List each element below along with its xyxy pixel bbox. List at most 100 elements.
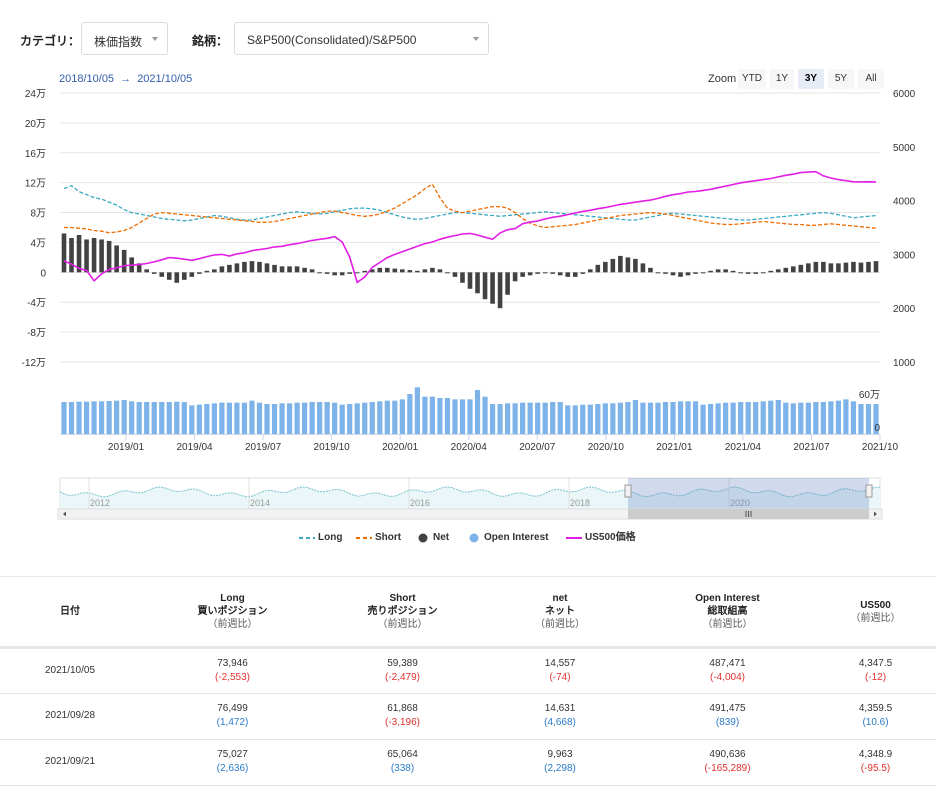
open-interest-bar — [677, 401, 684, 434]
open-interest-bar — [256, 402, 263, 434]
net-bar — [798, 264, 804, 273]
net-bar — [422, 269, 428, 273]
open-interest-bar — [68, 402, 75, 434]
legend-short[interactable]: Short — [356, 530, 401, 546]
x-axis-tick: 2020/01 — [382, 442, 419, 453]
net-bar — [377, 267, 383, 273]
cell-value: 61,868 — [387, 703, 418, 714]
symbol-select-value: S&P500(Consolidated)/S&P500 — [247, 33, 417, 47]
open-interest-bar — [362, 402, 368, 434]
open-interest-bar — [805, 402, 811, 434]
open-interest-bar — [858, 404, 864, 434]
open-interest-bar — [768, 400, 774, 434]
x-axis-tick: 2019/01 — [108, 442, 145, 453]
open-interest-bar — [301, 402, 308, 434]
net-bar — [384, 267, 390, 273]
x-axis-tick: 2019/07 — [245, 442, 282, 453]
net-bar — [197, 272, 202, 274]
legend-net[interactable]: Net — [418, 530, 449, 546]
net-bar — [678, 272, 683, 277]
legend-us500-label: US500価格 — [585, 532, 636, 543]
net-bar — [708, 270, 713, 273]
left-axis-tick: 8万 — [30, 209, 46, 220]
open-interest-bar — [790, 403, 796, 434]
net-bar — [249, 261, 255, 273]
open-interest-bar — [542, 402, 548, 434]
cell-value: 59,389 — [387, 657, 418, 669]
open-interest-bar — [550, 402, 556, 434]
net-bar — [212, 269, 217, 273]
open-interest-bar — [632, 400, 639, 434]
symbol-select[interactable]: S&P500(Consolidated)/S&P500 — [234, 22, 489, 55]
net-bar — [851, 261, 856, 273]
net-bar — [572, 272, 578, 277]
legend-long[interactable]: Long — [299, 530, 342, 546]
chart-canvas[interactable]: 24万 20万 16万 12万 8万 4万 0 -4万 -8万 -12万 6000 5000 4000 3… — [0, 64, 936, 554]
right-axis-tick: 4000 — [893, 197, 916, 208]
right-axis-tick: 3000 — [893, 250, 916, 261]
net-bar — [475, 272, 480, 294]
net-bar — [497, 272, 503, 309]
open-interest-bar — [98, 401, 105, 434]
cot-chart[interactable]: 24万 20万 16万 12万 8万 4万 0 -4万 -8万 -12万 6000 5000 4000 3… — [0, 64, 936, 554]
x-axis-tick: 2021/07 — [793, 442, 830, 453]
open-interest-bar — [369, 402, 375, 434]
open-interest-bar — [324, 402, 330, 434]
left-axis-tick: -12万 — [22, 358, 46, 369]
right-axis-tick: 5000 — [893, 143, 916, 154]
open-interest-bar — [647, 402, 654, 434]
x-axis-tick: 2021/01 — [656, 442, 693, 453]
legend-us500[interactable]: US500価格 — [566, 530, 636, 546]
open-interest-bar — [249, 400, 255, 434]
open-interest-bar — [535, 402, 541, 434]
open-interest-bar — [828, 401, 834, 434]
net-bar — [144, 269, 150, 273]
open-interest-bar — [489, 404, 496, 434]
cell-long: 76,499 (1,472) — [140, 693, 325, 740]
open-interest-bar — [151, 402, 157, 434]
cell-change: (2,636) — [216, 763, 249, 774]
dashed-line-icon — [299, 537, 315, 539]
open-interest-bar — [399, 399, 405, 434]
open-interest-bar — [723, 402, 729, 434]
navigator-handle-right — [865, 484, 873, 498]
open-interest-bar — [196, 404, 202, 434]
navigator-tick: 2016 — [410, 498, 430, 508]
open-interest-bar — [271, 404, 278, 434]
open-interest-bar — [211, 403, 217, 434]
open-interest-bar — [835, 400, 842, 434]
net-bar — [309, 269, 315, 273]
net-bar — [542, 272, 548, 274]
cell-value: 9,963 — [547, 749, 573, 760]
net-bar — [505, 272, 510, 295]
cell-value: 487,471 — [709, 657, 746, 669]
filter-bar: カテゴリ： 株価指数 銘柄： S&P500(Consolidated)/S&P5… — [0, 22, 936, 56]
net-bar — [730, 270, 736, 273]
net-bar — [482, 272, 488, 300]
category-select[interactable]: 株価指数 — [81, 22, 168, 55]
open-interest-bar — [317, 402, 323, 434]
net-bar — [715, 269, 721, 273]
net-bar — [745, 272, 751, 274]
net-bar — [610, 258, 616, 273]
open-interest-bar — [783, 402, 789, 434]
cell-change: (-4,004) — [709, 671, 745, 683]
open-interest-bar — [339, 404, 345, 434]
net-bar — [242, 261, 247, 273]
open-interest-bar — [843, 399, 849, 434]
net-bar — [738, 272, 743, 274]
net-bar — [550, 272, 556, 274]
cell-oi: 490,636 (-165,289) — [640, 739, 815, 786]
cell-date: 2021/09/21 — [0, 739, 140, 786]
cell-change: (-12) — [864, 671, 887, 683]
chevron-down-icon — [473, 37, 479, 41]
category-label: カテゴリ： — [20, 34, 81, 48]
open-interest-bar — [286, 403, 293, 434]
open-interest-bar — [707, 404, 714, 434]
section-divider — [0, 576, 936, 577]
open-interest-bar — [114, 400, 120, 434]
legend-open-interest[interactable]: Open Interest — [469, 530, 548, 546]
open-interest-bar — [407, 394, 413, 434]
net-bar — [580, 272, 586, 274]
open-interest-bar — [602, 403, 608, 434]
